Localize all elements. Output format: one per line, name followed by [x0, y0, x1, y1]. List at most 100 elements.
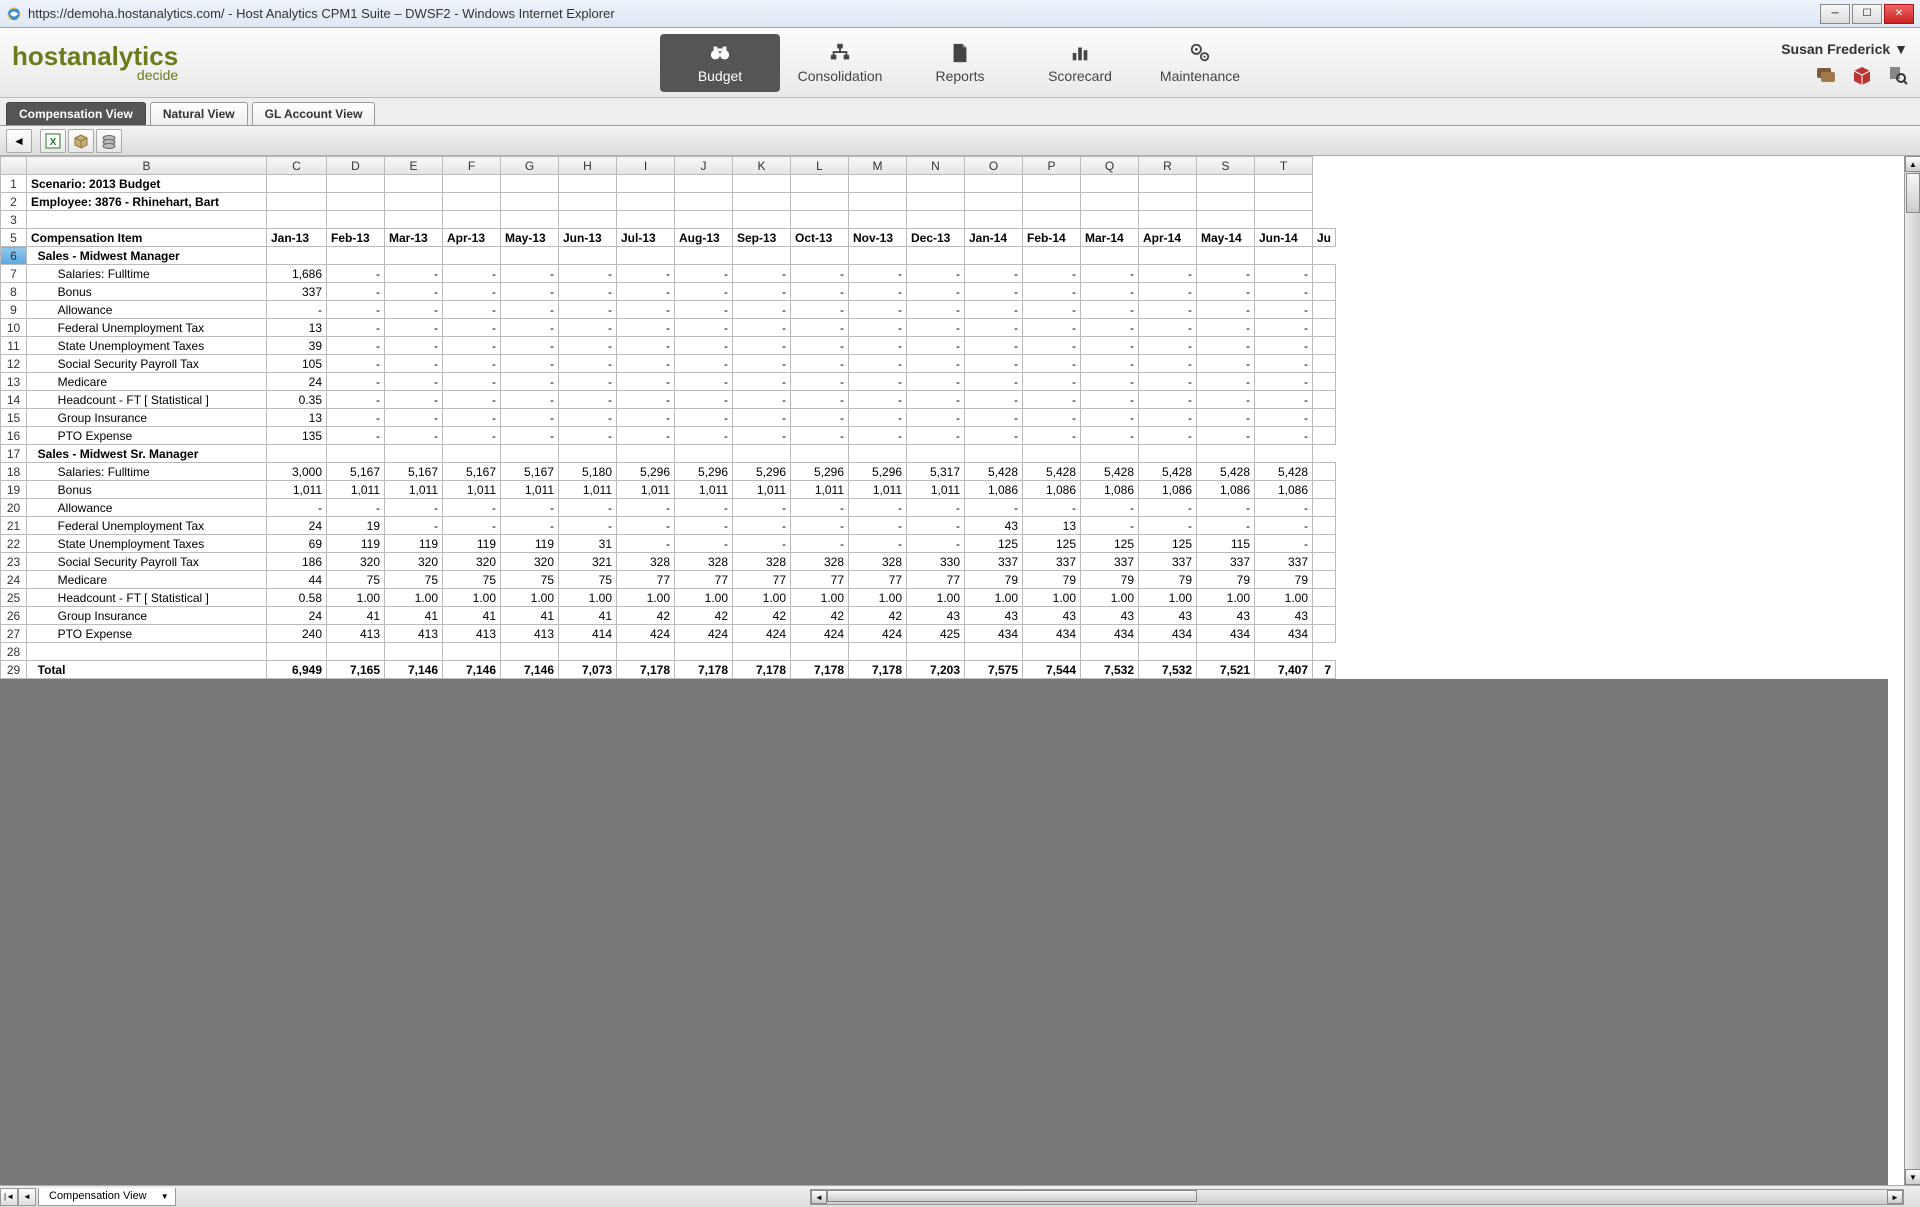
cell[interactable] [849, 247, 907, 265]
cell[interactable]: - [327, 427, 385, 445]
cell[interactable]: 424 [733, 625, 791, 643]
tab-compensation-view[interactable]: Compensation View [6, 102, 146, 125]
cell[interactable]: 24 [267, 373, 327, 391]
cell[interactable]: 5,317 [907, 463, 965, 481]
cell[interactable]: - [559, 337, 617, 355]
cell[interactable]: 1.00 [385, 589, 443, 607]
cell[interactable]: - [385, 337, 443, 355]
cell[interactable]: - [1081, 337, 1139, 355]
cell[interactable] [1313, 463, 1336, 481]
vscroll-thumb[interactable] [1906, 173, 1920, 213]
cell[interactable]: - [791, 391, 849, 409]
nav-scorecard[interactable]: Scorecard [1020, 34, 1140, 92]
cell[interactable]: 1.00 [791, 589, 849, 607]
cell[interactable]: 115 [1197, 535, 1255, 553]
cell[interactable]: - [965, 391, 1023, 409]
cell[interactable]: 1.00 [1255, 589, 1313, 607]
col-header[interactable]: G [501, 157, 559, 175]
cell[interactable] [501, 643, 559, 661]
cell[interactable]: 337 [1023, 553, 1081, 571]
cell[interactable]: 1,086 [965, 481, 1023, 499]
vertical-scrollbar[interactable]: ▲ ▼ [1904, 156, 1920, 1185]
cell[interactable] [385, 643, 443, 661]
cell[interactable] [385, 247, 443, 265]
cell[interactable]: - [443, 409, 501, 427]
cell[interactable]: 41 [501, 607, 559, 625]
horizontal-scrollbar[interactable]: ◄ ► [810, 1189, 1904, 1205]
cell[interactable]: Feb-13 [327, 229, 385, 247]
cell[interactable]: 7,146 [443, 661, 501, 679]
cell[interactable]: - [617, 373, 675, 391]
cell[interactable]: - [1139, 409, 1197, 427]
cell[interactable]: Employee: 3876 - Rhinehart, Bart [27, 193, 267, 211]
cell[interactable]: 42 [733, 607, 791, 625]
cell[interactable]: 24 [267, 517, 327, 535]
cell[interactable]: 19 [327, 517, 385, 535]
cell[interactable]: - [617, 301, 675, 319]
cell[interactable] [327, 247, 385, 265]
cell[interactable]: - [559, 517, 617, 535]
cell[interactable]: 77 [617, 571, 675, 589]
cell[interactable]: - [1139, 301, 1197, 319]
col-header[interactable]: I [617, 157, 675, 175]
cell[interactable]: 119 [385, 535, 443, 553]
cell[interactable]: May-13 [501, 229, 559, 247]
cell[interactable]: 9 [1, 301, 27, 319]
cell[interactable]: - [1081, 391, 1139, 409]
cell[interactable]: - [733, 409, 791, 427]
cell[interactable] [1313, 535, 1336, 553]
cell[interactable]: 337 [1255, 553, 1313, 571]
cell[interactable]: 20 [1, 499, 27, 517]
cell[interactable]: 5,167 [501, 463, 559, 481]
cell[interactable]: - [733, 373, 791, 391]
col-header[interactable]: D [327, 157, 385, 175]
cell[interactable] [791, 193, 849, 211]
cell[interactable]: - [675, 337, 733, 355]
cell[interactable] [267, 445, 327, 463]
back-button[interactable]: ◄ [6, 129, 32, 153]
cell[interactable]: 15 [1, 409, 27, 427]
cell[interactable]: - [443, 283, 501, 301]
cell[interactable]: Jul-13 [617, 229, 675, 247]
cell[interactable]: 119 [327, 535, 385, 553]
cell[interactable]: - [501, 373, 559, 391]
cell[interactable]: - [1197, 319, 1255, 337]
cell[interactable] [385, 211, 443, 229]
cell[interactable]: - [1255, 391, 1313, 409]
cell[interactable] [1313, 571, 1336, 589]
cell[interactable]: 125 [965, 535, 1023, 553]
cell[interactable]: - [443, 499, 501, 517]
cell[interactable]: - [1023, 391, 1081, 409]
cell[interactable] [1313, 499, 1336, 517]
cell[interactable]: Group Insurance [27, 607, 267, 625]
cell[interactable]: 1,011 [617, 481, 675, 499]
cell[interactable]: 1,011 [385, 481, 443, 499]
cell[interactable]: - [385, 409, 443, 427]
cell[interactable]: - [1197, 355, 1255, 373]
cell[interactable]: 69 [267, 535, 327, 553]
cell[interactable] [791, 445, 849, 463]
cell[interactable]: - [617, 391, 675, 409]
cell[interactable]: - [965, 319, 1023, 337]
cell[interactable]: Group Insurance [27, 409, 267, 427]
grid-viewport[interactable]: BCDEFGHIJKLMNOPQRST1Scenario: 2013 Budge… [0, 156, 1904, 1185]
cell[interactable] [1023, 175, 1081, 193]
cell[interactable] [1139, 643, 1197, 661]
chat-icon[interactable] [1816, 65, 1836, 85]
cell[interactable] [501, 211, 559, 229]
cell[interactable] [965, 175, 1023, 193]
cell[interactable]: 77 [791, 571, 849, 589]
cell[interactable]: - [1139, 337, 1197, 355]
cell[interactable] [791, 247, 849, 265]
cell[interactable]: - [443, 427, 501, 445]
cell[interactable] [907, 445, 965, 463]
cell[interactable] [1313, 373, 1336, 391]
cell[interactable]: - [327, 499, 385, 517]
cell[interactable] [617, 211, 675, 229]
cell[interactable]: - [617, 499, 675, 517]
cell[interactable] [559, 193, 617, 211]
cell[interactable]: - [907, 337, 965, 355]
cell[interactable]: 321 [559, 553, 617, 571]
cell[interactable]: 1.00 [849, 589, 907, 607]
cell[interactable]: - [1023, 427, 1081, 445]
